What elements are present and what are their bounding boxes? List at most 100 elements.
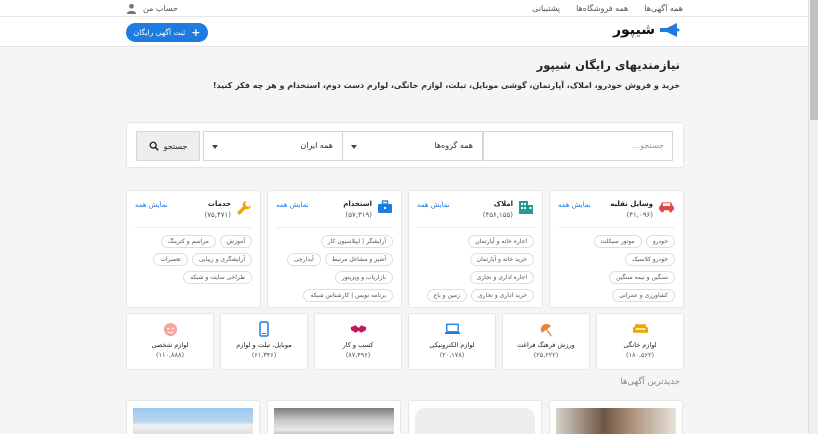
ad-card[interactable] xyxy=(267,400,401,434)
mini-category-name: لوازم شخصی xyxy=(151,341,189,349)
category-header[interactable]: خدمات (۷۵,۴۷۱) xyxy=(205,200,253,219)
category-header[interactable]: استخدام (۵۷,۳۱۹) xyxy=(343,200,393,219)
ad-card[interactable] xyxy=(408,400,542,434)
category-card-jobs: استخدام (۵۷,۳۱۹) نمایش همه آرایشگر | اپی… xyxy=(267,190,402,308)
horn-logo-icon xyxy=(660,23,680,37)
show-all-link[interactable]: نمایش همه xyxy=(276,201,309,209)
show-all-link[interactable]: نمایش همه xyxy=(558,201,591,209)
top-link-all-ads[interactable]: همه آگهی‌ها xyxy=(644,4,683,13)
subcategory-tag[interactable]: زمین و باغ xyxy=(426,289,467,302)
subcategory-tag[interactable]: موتور سیکلت xyxy=(593,235,642,248)
group-select[interactable]: همه گروه‌ها xyxy=(342,131,483,161)
subcategory-tag[interactable]: خودرو کلاسیک xyxy=(625,253,675,266)
post-free-ad-button[interactable]: + ثبت آگهی رایگان xyxy=(126,23,208,42)
search-button-label: جستجو xyxy=(163,141,188,151)
image-placeholder-shape xyxy=(415,408,535,434)
mini-category-home-appliances[interactable]: لوازم خانگی (۱۸۰,۵۶۲) xyxy=(596,313,684,370)
category-header[interactable]: وسایل نقلیه (۴۱,۰۹۶) xyxy=(610,200,675,219)
top-link-all-shops[interactable]: همه فروشگاه‌ها xyxy=(576,4,628,13)
mini-category-name: موبایل، تبلت و لوازم xyxy=(236,341,292,349)
mini-category-name: ورزش فرهنگ فراغت xyxy=(517,341,575,349)
account-menu[interactable]: حساب من xyxy=(126,3,178,14)
mini-category-electronics[interactable]: لوازم الکترونیکی (۲۰,۱۷۸) xyxy=(408,313,496,370)
latest-ads-title: جدیدترین آگهی‌ها xyxy=(620,377,680,387)
category-count: (۵۷,۳۱۹) xyxy=(345,211,373,219)
subcategory-tag[interactable]: برنامه نویس | کارشناس شبکه xyxy=(303,289,393,302)
wrench-icon xyxy=(237,201,251,215)
mini-category-count: (۲۰,۱۷۸) xyxy=(439,351,465,359)
building-icon xyxy=(519,201,533,214)
category-header[interactable]: املاک (۴۵۶,۱۵۵) xyxy=(483,200,534,219)
divider xyxy=(417,227,534,228)
subcategory-tag[interactable]: بازاریاب و ویزیتور xyxy=(334,271,393,284)
header: شیپور + ثبت آگهی رایگان xyxy=(0,17,808,47)
subcategory-tag[interactable]: سنگین و نیمه سنگین xyxy=(609,271,675,284)
mini-category-business[interactable]: کسب و کار (۸۷,۴۹۶) xyxy=(314,313,402,370)
subcategory-tag[interactable]: آرایشگری و زیبایی xyxy=(191,253,252,266)
mini-category-count: (۶۱,۳۴۶) xyxy=(251,351,277,359)
page: همه آگهی‌ها همه فروشگاه‌ها پشتیبانی حساب… xyxy=(0,0,808,434)
subcategory-tag[interactable]: کشاورزی و عمرانی xyxy=(612,289,675,302)
divider xyxy=(558,227,675,228)
group-select-value: همه گروه‌ها xyxy=(434,141,473,150)
subcategory-tag[interactable]: مراسم و کترینگ xyxy=(161,235,216,248)
subcategory-tag[interactable]: تعمیرات xyxy=(153,253,188,266)
ad-card[interactable] xyxy=(549,400,683,434)
subcategory-tag[interactable]: اجاره اداری و تجاری xyxy=(469,271,534,284)
show-all-link[interactable]: نمایش همه xyxy=(417,201,450,209)
category-title: خدمات xyxy=(207,200,231,208)
mini-category-sports[interactable]: ورزش فرهنگ فراغت (۲۵,۲۲۲) xyxy=(502,313,590,370)
city-select-value: همه ایران xyxy=(300,141,333,150)
user-icon xyxy=(126,3,137,14)
ad-card[interactable] xyxy=(126,400,260,434)
search-panel: جستجو... همه گروه‌ها همه ایران جستجو xyxy=(126,122,684,168)
subcategory-tag[interactable]: آرایشگر | اپیلاسیون کار xyxy=(320,235,393,248)
subcategory-tag[interactable]: خرید خانه و آپارتمان xyxy=(469,253,534,266)
divider xyxy=(276,227,393,228)
mobile-icon xyxy=(255,321,273,337)
search-button[interactable]: جستجو xyxy=(136,131,200,161)
subcategory-tag[interactable]: طراحی سایت و شبکه xyxy=(183,271,252,284)
subcategory-tags: آرایشگر | اپیلاسیون کار آشپز و مشاغل مرت… xyxy=(276,235,393,302)
account-label: حساب من xyxy=(143,4,178,13)
category-title: املاک xyxy=(493,200,513,208)
mini-category-mobile[interactable]: موبایل، تبلت و لوازم (۶۱,۳۴۶) xyxy=(220,313,308,370)
category-count: (۷۵,۴۷۱) xyxy=(204,211,232,219)
scrollbar-thumb[interactable] xyxy=(810,0,818,120)
chevron-down-icon xyxy=(351,145,357,149)
plus-icon: + xyxy=(191,26,201,39)
search-input[interactable]: جستجو... xyxy=(483,131,673,161)
handshake-icon xyxy=(349,321,367,337)
subcategory-tag[interactable]: خودرو xyxy=(645,235,675,248)
category-card-real-estate: املاک (۴۵۶,۱۵۵) نمایش همه اجاره خانه و آ… xyxy=(408,190,543,308)
mini-category-count: (۲۵,۲۲۲) xyxy=(533,351,559,359)
logo[interactable]: شیپور xyxy=(613,22,680,38)
subcategory-tag[interactable]: آبدارچی xyxy=(287,253,321,266)
chevron-down-icon xyxy=(212,145,218,149)
category-title: استخدام xyxy=(343,200,372,208)
mini-category-count: (۸۷,۴۹۶) xyxy=(345,351,371,359)
vertical-scrollbar[interactable] xyxy=(808,0,818,434)
search-icon xyxy=(149,141,159,151)
show-all-link[interactable]: نمایش همه xyxy=(135,201,168,209)
mini-category-name: کسب و کار xyxy=(342,341,374,349)
ad-image xyxy=(133,408,253,434)
category-title: وسایل نقلیه xyxy=(610,200,653,208)
category-card-vehicles: وسایل نقلیه (۴۱,۰۹۶) نمایش همه خودرو موت… xyxy=(549,190,684,308)
logo-text: شیپور xyxy=(612,22,655,38)
mini-category-count: (۱۸۰,۵۶۲) xyxy=(625,351,655,359)
category-count: (۴۵۶,۱۵۵) xyxy=(482,211,513,219)
sofa-icon xyxy=(631,321,649,337)
subcategory-tag[interactable]: خرید اداری و تجاری xyxy=(470,289,534,302)
subcategory-tag[interactable]: آموزش xyxy=(219,235,252,248)
umbrella-icon xyxy=(537,321,555,337)
category-count: (۴۱,۰۹۶) xyxy=(626,211,654,219)
mini-category-personal[interactable]: لوازم شخصی (۱۱۰,۸۸۸) xyxy=(126,313,214,370)
subcategory-tag[interactable]: اجاره خانه و آپارتمان xyxy=(468,235,534,248)
subcategory-tags: خودرو موتور سیکلت خودرو کلاسیک سنگین و ن… xyxy=(558,235,675,302)
divider xyxy=(135,227,252,228)
city-select[interactable]: همه ایران xyxy=(203,131,343,161)
subcategory-tag[interactable]: آشپز و مشاغل مرتبط xyxy=(324,253,393,266)
top-link-support[interactable]: پشتیبانی xyxy=(532,4,560,13)
category-card-services: خدمات (۷۵,۴۷۱) نمایش همه آموزش مراسم و ک… xyxy=(126,190,261,308)
